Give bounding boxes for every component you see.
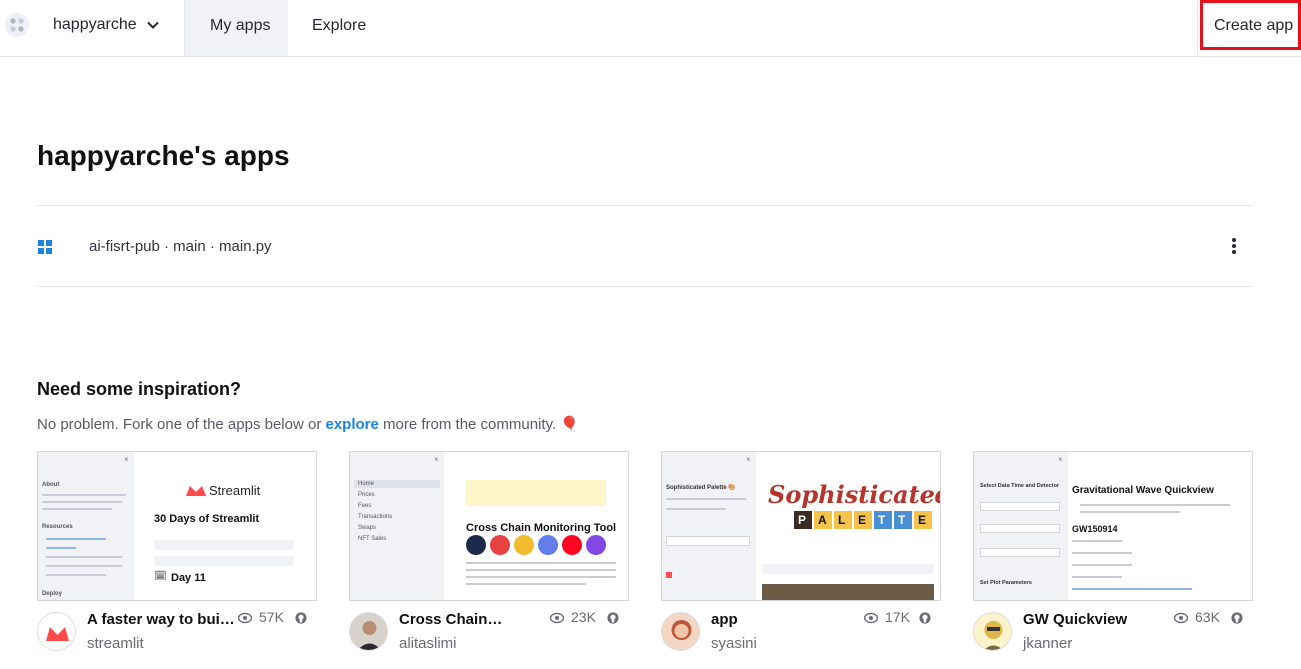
avatar[interactable] xyxy=(973,612,1012,651)
preview-letter: L xyxy=(838,513,846,527)
app-title[interactable]: GW Quickview xyxy=(1023,611,1127,628)
create-app-button[interactable]: Create app xyxy=(1200,0,1301,50)
divider xyxy=(37,286,1253,287)
preview-brand: Streamlit xyxy=(209,483,261,498)
streamlit-crown-icon xyxy=(186,486,206,496)
inspiration-subtitle: No problem. Fork one of the apps below o… xyxy=(37,415,579,433)
preview-heading: Sophisticated xyxy=(768,480,941,509)
inspiration-text-end: more from the community. 🎈 xyxy=(378,416,579,433)
tab-my-apps-label: My apps xyxy=(210,17,271,34)
page-title: happyarche's apps xyxy=(37,140,290,171)
workspace-name[interactable]: happyarche xyxy=(53,16,137,34)
app-title[interactable]: app xyxy=(711,611,738,628)
calendar-icon: 🗓 xyxy=(154,571,167,582)
inspiration-title: Need some inspiration? xyxy=(37,379,242,399)
preview-nav-item: Prices xyxy=(358,492,375,498)
avatar[interactable] xyxy=(349,612,388,651)
preview-heading: 30 Days of Streamlit xyxy=(154,513,260,525)
create-divider xyxy=(1197,0,1198,56)
close-icon: × xyxy=(746,455,751,464)
preview-nav-item: Transactions xyxy=(358,514,393,520)
view-count: 17K xyxy=(885,609,910,625)
preview-sidebar: Select Data Time and Detector Set Plot P… xyxy=(974,452,1068,600)
eye-icon xyxy=(1174,612,1188,624)
preview-nav-item: Swaps xyxy=(358,525,377,531)
more-options-icon[interactable] xyxy=(1226,236,1242,256)
app-thumbnail[interactable]: Select Data Time and Detector Set Plot P… xyxy=(973,451,1253,601)
preview-nav-item: Home xyxy=(358,481,375,487)
preview-nav-item: Fees xyxy=(358,503,372,509)
preview-event: GW150914 xyxy=(1072,524,1118,534)
explore-link[interactable]: explore xyxy=(326,416,379,433)
close-icon: × xyxy=(1058,455,1063,464)
preview-letter: A xyxy=(818,513,827,527)
inspiration-text: No problem. Fork one of the apps below o… xyxy=(37,416,326,433)
tab-explore[interactable]: Explore xyxy=(312,17,366,35)
view-count: 63K xyxy=(1195,609,1220,625)
preview-text: Select Data Time and Detector xyxy=(980,483,1060,489)
app-thumbnail[interactable]: Sophisticated Palette 🎨 × Sophisticated … xyxy=(661,451,941,601)
preview-sidebar: Home Prices Fees Transactions Swaps NFT … xyxy=(350,452,444,600)
preview-heading: Gravitational Wave Quickview xyxy=(1072,485,1214,496)
preview-letter: T xyxy=(898,513,906,527)
divider xyxy=(37,205,1253,206)
preview-day: Day 11 xyxy=(171,572,206,584)
github-icon[interactable] xyxy=(918,612,932,624)
preview-nav-item: NFT Sales xyxy=(358,536,387,542)
app-thumbnail[interactable]: About Resources Deploy × Streamlit 30 Da… xyxy=(37,451,317,601)
app-author[interactable]: alitaslimi xyxy=(399,635,457,652)
avatar[interactable] xyxy=(37,612,76,651)
app-author[interactable]: syasini xyxy=(711,635,757,652)
preview-letter: P xyxy=(798,513,807,527)
preview-sidebar: About Resources Deploy xyxy=(38,452,134,600)
app-title[interactable]: A faster way to bui… xyxy=(87,611,235,628)
view-count: 23K xyxy=(571,609,596,625)
close-icon: × xyxy=(124,455,129,464)
eye-icon xyxy=(864,612,878,624)
app-thumbnail[interactable]: Home Prices Fees Transactions Swaps NFT … xyxy=(349,451,629,601)
app-row-link[interactable]: ai-fisrt-pub · main · main.py xyxy=(89,238,272,255)
github-icon[interactable] xyxy=(606,612,620,624)
close-icon: × xyxy=(434,455,439,464)
top-bar: happyarche My apps Explore Create app xyxy=(0,0,1301,57)
preview-text: Resources xyxy=(42,524,73,530)
eye-icon xyxy=(550,612,564,624)
chevron-down-icon[interactable] xyxy=(146,18,160,32)
preview-text: Deploy xyxy=(42,591,63,597)
tab-my-apps[interactable]: My apps xyxy=(184,0,288,56)
preview-letter: E xyxy=(858,513,867,527)
preview-heading: Cross Chain Monitoring Tool xyxy=(466,522,617,534)
view-count: 57K xyxy=(259,609,284,625)
preview-letter: E xyxy=(918,513,927,527)
app-title[interactable]: Cross Chain… xyxy=(399,611,502,628)
github-icon[interactable] xyxy=(294,612,308,624)
preview-text: Set Plot Parameters xyxy=(980,580,1032,586)
app-grid-icon xyxy=(38,240,52,254)
preview-text: Sophisticated Palette 🎨 xyxy=(666,485,736,491)
app-author[interactable]: streamlit xyxy=(87,635,144,652)
app-author[interactable]: jkanner xyxy=(1023,635,1072,652)
preview-letter: T xyxy=(878,513,886,527)
github-icon[interactable] xyxy=(1230,612,1244,624)
workspace-logo-icon[interactable] xyxy=(4,12,30,38)
avatar[interactable] xyxy=(661,612,700,651)
preview-text: About xyxy=(42,482,60,488)
preview-sidebar: Sophisticated Palette 🎨 xyxy=(662,452,756,600)
create-app-label: Create app xyxy=(1214,17,1294,34)
eye-icon xyxy=(238,612,252,624)
